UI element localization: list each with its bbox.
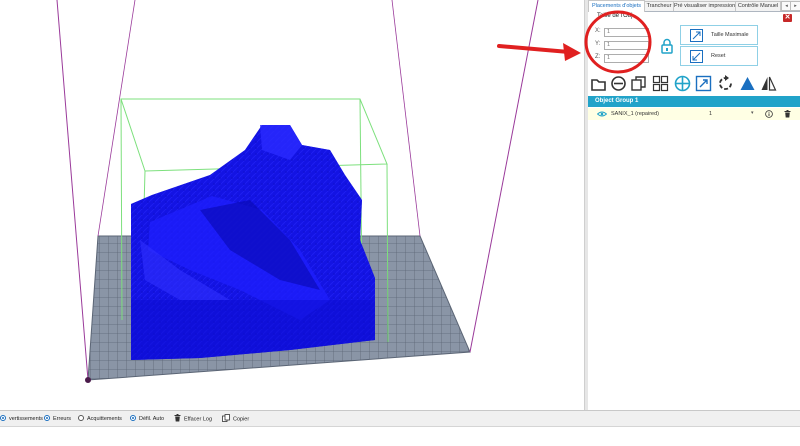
reset-label: Reset (711, 53, 726, 59)
tab-manual-control[interactable]: Contrôle Manuel (735, 1, 781, 11)
build-volume-edge (391, 0, 421, 237)
auto-scroll-radio[interactable] (130, 414, 136, 421)
object-group-header[interactable]: Object Group 1 (588, 96, 800, 107)
log-output-area[interactable] (0, 426, 800, 446)
errors-label: Erreurs (53, 416, 72, 422)
errors-radio[interactable] (44, 414, 50, 421)
chevron-down-icon[interactable]: ▾ (751, 110, 754, 116)
max-size-label: Taille Maximale (711, 32, 749, 38)
trash-icon[interactable] (784, 110, 791, 118)
warnings-label: vertissements (9, 416, 43, 422)
object-list-item[interactable]: SANIX_1 (repaired) 1 ▾ (588, 108, 800, 120)
cut-icon[interactable] (739, 75, 756, 92)
log-bar: vertissements Erreurs Acquittements Défi… (0, 410, 800, 446)
acknowledgements-label: Acquittements (87, 416, 122, 422)
auto-scroll-toggle[interactable]: Défil. Auto (130, 414, 165, 424)
3d-model[interactable] (131, 125, 375, 360)
trash-icon (174, 414, 181, 422)
maximize-icon (690, 29, 703, 42)
lock-icon[interactable] (661, 38, 673, 54)
scale-icon[interactable] (695, 75, 712, 92)
object-quantity[interactable]: 1 (709, 111, 712, 117)
reset-button[interactable]: Reset (680, 46, 758, 66)
acknowledgements-radio[interactable] (78, 414, 84, 421)
clear-log-button[interactable]: Effacer Log (174, 414, 213, 424)
build-volume-edge (97, 0, 136, 237)
acknowledgements-toggle[interactable]: Acquittements (78, 414, 122, 424)
3d-viewport[interactable] (0, 0, 584, 410)
placement-toolbar (588, 74, 800, 93)
copy-icon[interactable] (630, 75, 647, 92)
object-name: SANIX_1 (repaired) (611, 111, 659, 117)
annotation-arrow (497, 43, 581, 61)
center-icon[interactable] (610, 75, 627, 92)
errors-toggle[interactable]: Erreurs (44, 414, 72, 424)
visibility-eye-icon[interactable] (597, 111, 607, 117)
tab-scroll-right-button[interactable]: ▸ (790, 1, 800, 11)
center-object-icon[interactable] (674, 75, 691, 92)
clear-log-label: Effacer Log (184, 416, 213, 423)
autoposition-icon[interactable] (652, 75, 669, 92)
copy-log-button[interactable]: Copier (222, 414, 250, 424)
warnings-radio[interactable] (0, 414, 6, 421)
tab-print-preview[interactable]: Pré visualiser impression (673, 1, 736, 11)
mirror-icon[interactable] (760, 75, 777, 92)
object-placement-panel: Placements d'objets Trancheur Pré visual… (584, 0, 800, 410)
close-button[interactable]: ✕ (783, 14, 792, 22)
warnings-toggle[interactable]: vertissements (0, 414, 43, 424)
rotate-icon[interactable] (717, 75, 734, 92)
info-icon[interactable] (765, 110, 773, 118)
copy-icon (222, 414, 230, 422)
annotation-circle (584, 10, 652, 74)
max-size-button[interactable]: Taille Maximale (680, 25, 758, 45)
add-object-icon[interactable] (590, 75, 607, 92)
origin-marker (85, 377, 91, 383)
copy-log-label: Copier (233, 416, 250, 423)
build-volume-edge (56, 0, 89, 381)
reset-scale-icon (690, 50, 703, 63)
auto-scroll-label: Défil. Auto (139, 416, 165, 422)
